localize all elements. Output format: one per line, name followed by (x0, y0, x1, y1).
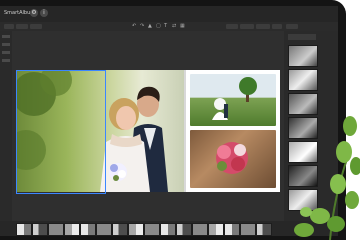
menu-button-4[interactable] (226, 24, 238, 29)
spread-thumbnail[interactable] (80, 223, 96, 236)
spread-thumbnail[interactable] (64, 223, 80, 236)
spread-thumbnail[interactable] (224, 223, 240, 236)
photo-browser-tab[interactable] (288, 34, 316, 40)
menu-button-7[interactable] (272, 24, 282, 29)
spread-thumbnail[interactable] (112, 223, 128, 236)
spread-thumbnail[interactable] (96, 223, 112, 236)
bouquet-photo[interactable] (190, 130, 276, 188)
grid-tool-icon[interactable]: ▦ (180, 23, 185, 29)
left-toolstrip (0, 31, 12, 221)
title-bar: SmartAlbums ⚙ i (0, 6, 338, 23)
crop-tool-icon[interactable]: ▢ (156, 23, 161, 29)
plant-decoration (294, 116, 360, 240)
selection-outline (16, 70, 106, 194)
photo-thumbnail[interactable] (288, 45, 318, 67)
left-tool-4[interactable] (2, 59, 10, 62)
menu-button-6[interactable] (256, 24, 270, 29)
photo-thumbnail[interactable] (288, 69, 318, 91)
text-tool-icon[interactable]: T (164, 23, 167, 29)
spread-thumbnail[interactable] (256, 223, 272, 236)
spread-thumbnail[interactable] (192, 223, 208, 236)
menu-button-2[interactable] (16, 24, 28, 29)
album-spine (184, 70, 186, 192)
menu-button-5[interactable] (240, 24, 254, 29)
spread-thumbnail[interactable] (16, 223, 32, 236)
spread-thumbnail[interactable] (32, 223, 48, 236)
redo-icon[interactable]: ↷ (140, 23, 144, 29)
select-tool-icon[interactable]: ▲ (148, 23, 152, 29)
spread-thumbnail[interactable] (160, 223, 176, 236)
info-icon[interactable]: i (40, 9, 48, 17)
toolbar: ↶ ↷ ▲ ▢ T ⇄ ▦ (0, 22, 338, 31)
spread-thumbnail[interactable] (176, 223, 192, 236)
spread-thumbnail[interactable] (48, 223, 64, 236)
left-tool-1[interactable] (2, 35, 10, 38)
left-tool-2[interactable] (2, 43, 10, 46)
menu-button-3[interactable] (30, 24, 42, 29)
gear-icon[interactable]: ⚙ (30, 9, 38, 17)
couple-field-photo[interactable] (190, 74, 276, 126)
spread-thumbnail[interactable] (144, 223, 160, 236)
page-navigator (16, 33, 282, 41)
spread-thumbnail[interactable] (208, 223, 224, 236)
menu-button-8[interactable] (286, 24, 298, 29)
menu-button-1[interactable] (4, 24, 14, 29)
swap-tool-icon[interactable]: ⇄ (172, 23, 176, 29)
spread-thumbnail[interactable] (240, 223, 256, 236)
undo-icon[interactable]: ↶ (132, 23, 136, 29)
left-tool-3[interactable] (2, 51, 10, 54)
spread-thumbnail[interactable] (128, 223, 144, 236)
